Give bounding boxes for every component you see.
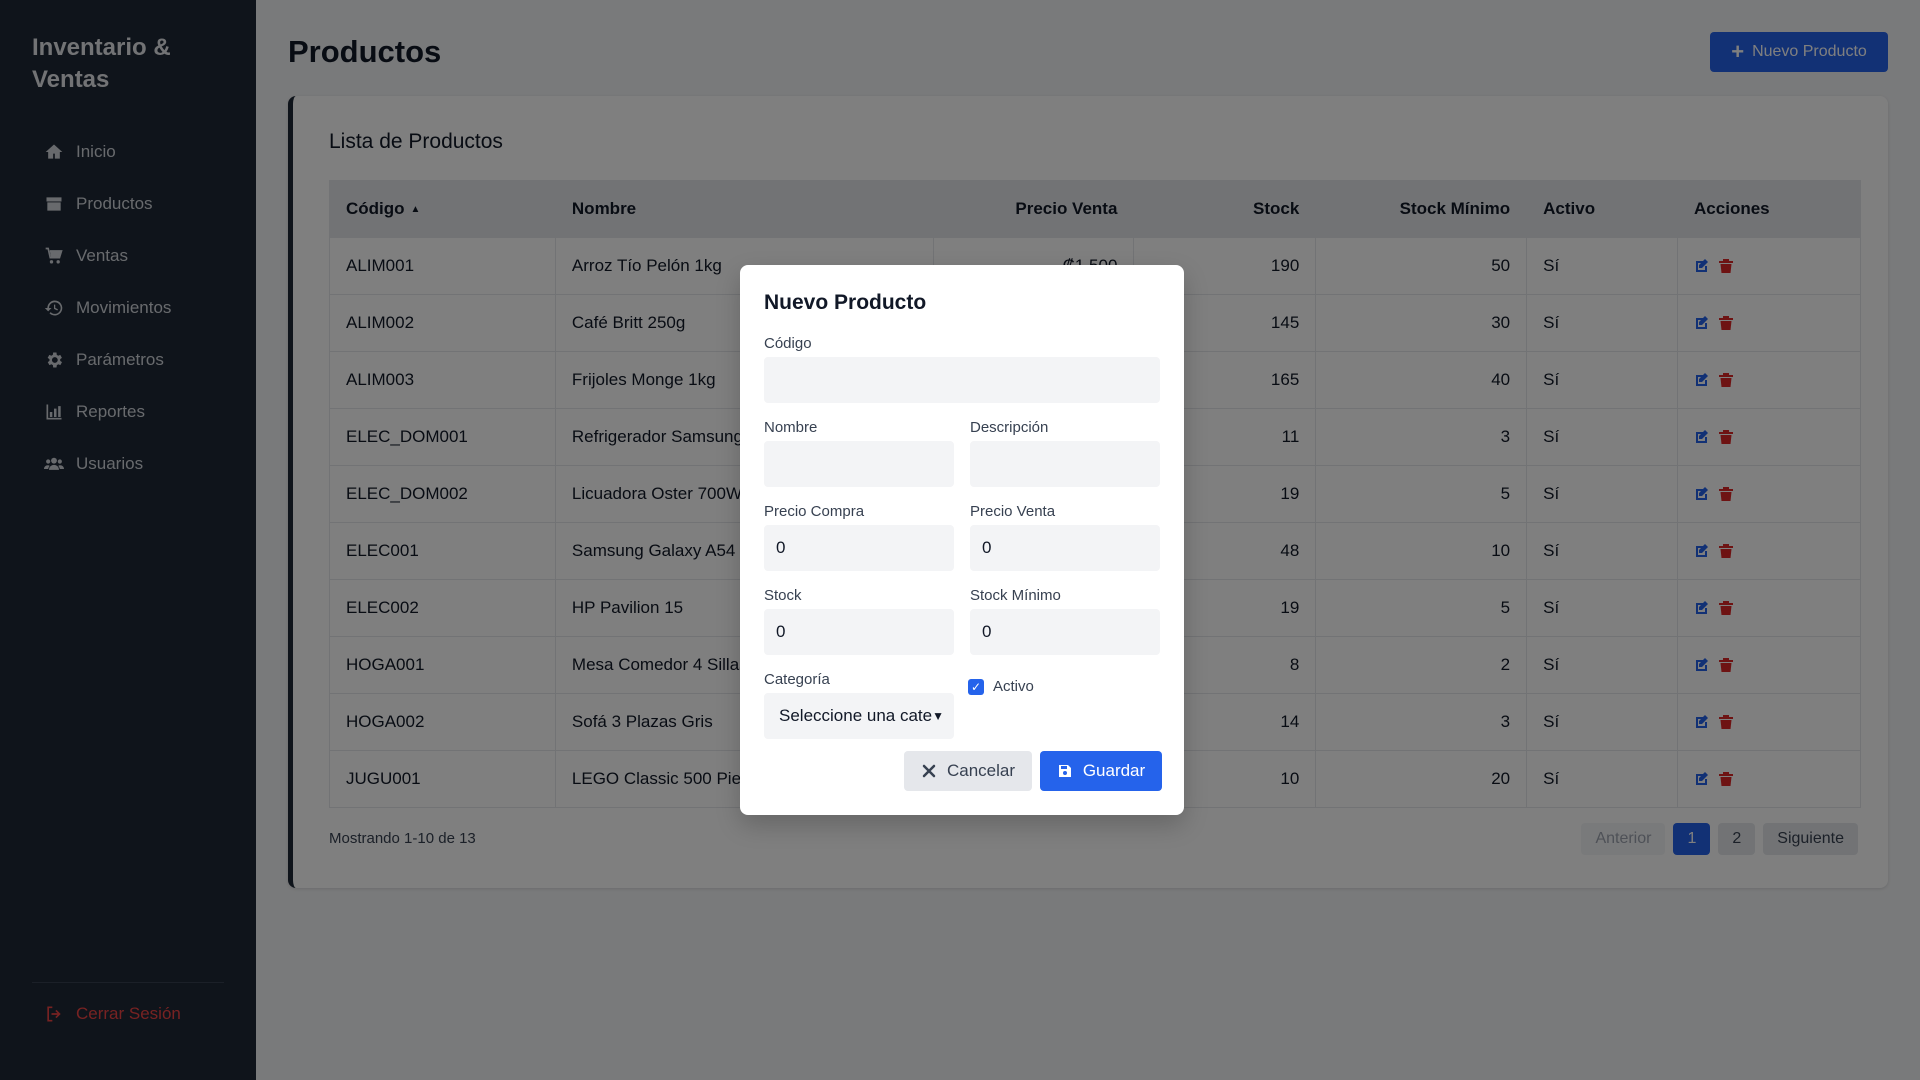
new-product-modal: Nuevo Producto Código Nombre Descripción… xyxy=(740,265,1184,815)
close-icon xyxy=(922,764,936,778)
categoria-selected-value: Seleccione una cate xyxy=(779,706,933,725)
precio-venta-label: Precio Venta xyxy=(970,503,1056,520)
save-button[interactable]: Guardar xyxy=(1040,751,1162,791)
save-icon xyxy=(1058,765,1071,777)
descripcion-label: Descripción xyxy=(970,419,1049,436)
precio-compra-label: Precio Compra xyxy=(764,503,865,520)
codigo-field-group: Código xyxy=(764,335,1160,403)
cancel-label: Cancelar xyxy=(946,761,1016,780)
nombre-label: Nombre xyxy=(764,419,818,436)
cancel-button[interactable]: Cancelar xyxy=(904,751,1032,791)
stock-label: Stock xyxy=(764,587,802,604)
activo-checkbox[interactable]: ✓ xyxy=(968,678,984,695)
codigo-input[interactable] xyxy=(764,357,1160,403)
descripcion-field-group: Descripción xyxy=(970,419,1160,487)
nombre-field-group: Nombre xyxy=(764,419,954,487)
stock-minimo-label: Stock Mínimo xyxy=(970,587,1061,604)
save-label: Guardar xyxy=(1082,761,1146,780)
categoria-select[interactable]: Seleccione una cate ▼ xyxy=(764,693,954,739)
descripcion-input[interactable] xyxy=(970,441,1160,487)
precio-venta-field-group: Precio Venta 0 xyxy=(970,503,1160,571)
activo-checkbox-group[interactable]: ✓ Activo xyxy=(968,678,1034,695)
chevron-down-icon: ▼ xyxy=(932,709,944,723)
stock-minimo-input[interactable]: 0 xyxy=(970,609,1160,655)
precio-compra-field-group: Precio Compra 0 xyxy=(764,503,954,571)
categoria-label: Categoría xyxy=(764,671,830,688)
activo-label: Activo xyxy=(993,678,1034,695)
precio-compra-input[interactable]: 0 xyxy=(764,525,954,571)
stock-field-group: Stock 0 xyxy=(764,587,954,655)
precio-venta-input[interactable]: 0 xyxy=(970,525,1160,571)
codigo-label: Código xyxy=(764,335,812,352)
nombre-input[interactable] xyxy=(764,441,954,487)
stock-minimo-field-group: Stock Mínimo 0 xyxy=(970,587,1160,655)
modal-title: Nuevo Producto xyxy=(764,291,927,314)
stock-input[interactable]: 0 xyxy=(764,609,954,655)
categoria-field-group: Categoría Seleccione una cate ▼ xyxy=(764,671,954,739)
